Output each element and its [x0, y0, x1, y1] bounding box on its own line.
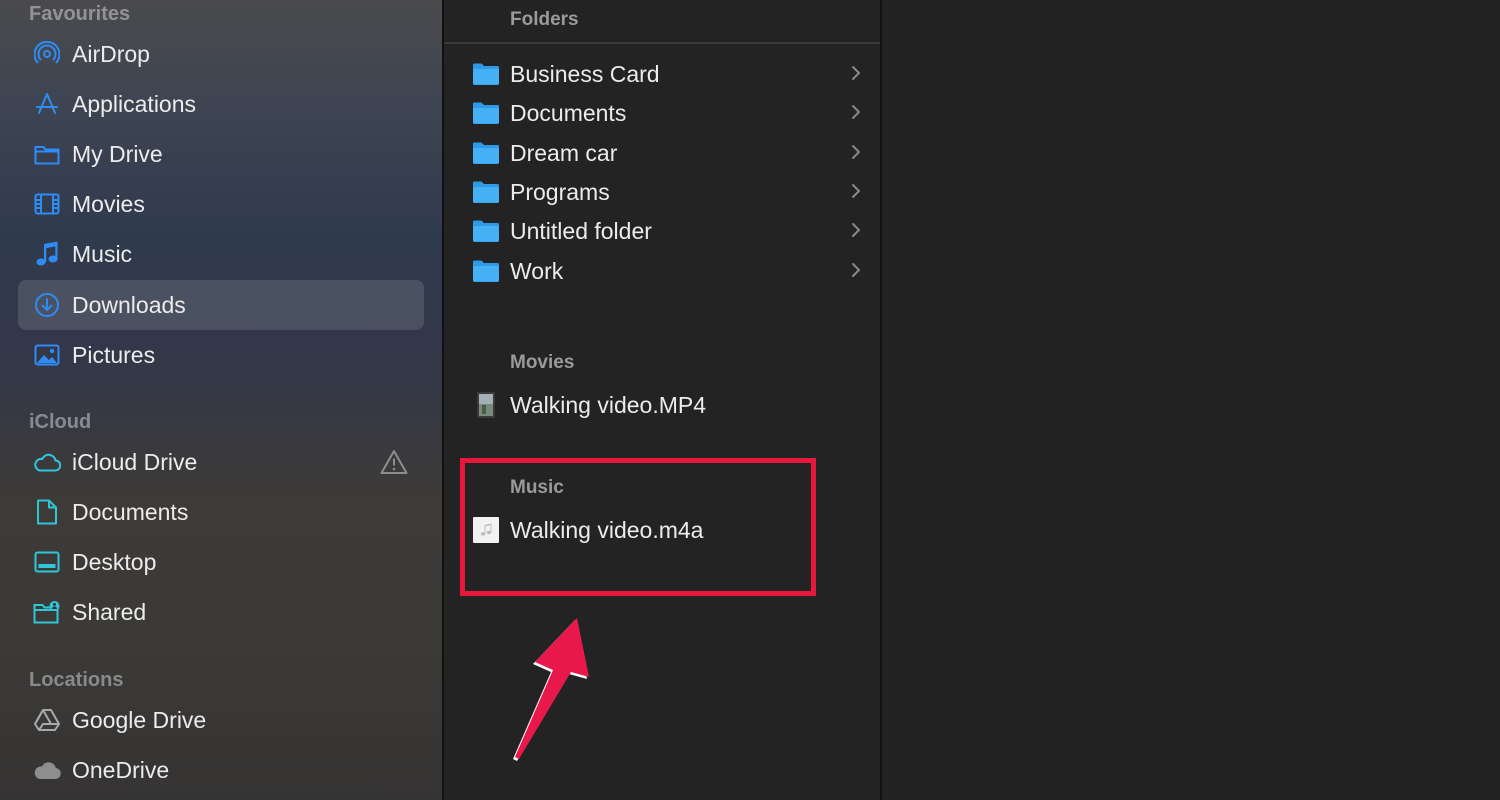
folder-row[interactable]: Untitled folder	[472, 212, 862, 250]
folder-icon	[473, 142, 499, 164]
sidebar-item-onedrive[interactable]: OneDrive	[18, 745, 424, 795]
sidebar-item-label: Pictures	[72, 341, 156, 368]
chevron-right-icon	[852, 66, 861, 80]
sidebar-item-label: Desktop	[72, 548, 157, 575]
file-name: Walking video.MP4	[510, 391, 707, 418]
chevron-right-icon	[852, 145, 861, 159]
sidebar-item-label: Downloads	[72, 291, 186, 318]
folder-icon	[473, 181, 499, 203]
photo-icon	[32, 340, 62, 370]
sidebar-item-label: AirDrop	[72, 40, 150, 67]
sidebar-item-label: iCloud Drive	[72, 448, 198, 475]
sidebar-item-music[interactable]: Music	[18, 229, 424, 279]
sidebar-item-desktop[interactable]: Desktop	[18, 537, 424, 587]
sidebar-item-label: My Drive	[72, 140, 163, 167]
download-icon	[32, 290, 62, 320]
chevron-right-icon	[852, 184, 861, 198]
folder-name: Work	[510, 257, 564, 284]
folder-icon	[32, 139, 62, 169]
sidebar-item-label: Google Drive	[72, 706, 207, 733]
sidebar-item-label: Music	[72, 240, 133, 267]
film-icon	[32, 189, 62, 219]
folder-row[interactable]: Documents	[472, 94, 862, 132]
airdrop-icon	[32, 39, 62, 69]
chevron-right-icon	[852, 223, 861, 237]
applications-icon	[32, 89, 62, 119]
sidebar-item-pictures[interactable]: Pictures	[18, 330, 424, 380]
folder-row[interactable]: Work	[472, 252, 862, 290]
sidebar-item-label: Applications	[72, 90, 197, 117]
section-title-icloud: iCloud	[29, 411, 92, 433]
sidebar-item-movies[interactable]: Movies	[18, 179, 424, 229]
group-header-movies: Movies	[510, 352, 575, 373]
chevron-right-icon	[852, 105, 861, 119]
sidebar-item-label: OneDrive	[72, 756, 170, 783]
folder-icon	[473, 260, 499, 282]
file-row[interactable]: Walking video.MP4	[472, 386, 862, 424]
folder-row[interactable]: Business Card	[472, 55, 862, 93]
cloud-icon	[32, 755, 62, 785]
folder-row[interactable]: Programs	[472, 173, 862, 211]
music-note-icon	[32, 239, 62, 269]
folder-name: Dream car	[510, 139, 618, 166]
group-header-folders: Folders	[510, 9, 579, 30]
preview-pane	[882, 0, 1500, 800]
pointer-arrow-icon	[513, 618, 589, 761]
section-title-favourites: Favourites	[29, 3, 131, 25]
sidebar-item-my-drive[interactable]: My Drive	[18, 129, 424, 179]
sidebar-item-shared[interactable]: Shared	[18, 587, 424, 637]
sidebar-item-google-drive[interactable]: Google Drive	[18, 695, 424, 745]
sidebar-item-downloads[interactable]: Downloads	[18, 280, 424, 330]
warning-icon[interactable]	[380, 449, 408, 475]
folder-icon	[473, 220, 499, 242]
document-icon	[32, 497, 62, 527]
folder-name: Untitled folder	[510, 217, 652, 244]
google-drive-icon	[32, 705, 62, 735]
cloud-icon	[32, 447, 62, 477]
sidebar-item-label: Documents	[72, 498, 189, 525]
sidebar: Favourites AirDrop Applications My Drive…	[0, 0, 442, 800]
section-title-locations: Locations	[29, 669, 124, 691]
shared-folder-icon	[32, 597, 62, 627]
header-divider	[444, 42, 880, 44]
video-thumbnail-icon	[477, 392, 495, 418]
sidebar-item-documents[interactable]: Documents	[18, 487, 424, 537]
chevron-right-icon	[852, 263, 861, 277]
folder-icon	[473, 102, 499, 124]
highlight-box	[460, 458, 816, 596]
desktop-icon	[32, 547, 62, 577]
folder-row[interactable]: Dream car	[472, 134, 862, 172]
sidebar-item-label: Movies	[72, 190, 145, 217]
folder-name: Documents	[510, 99, 627, 126]
sidebar-item-icloud-drive[interactable]: iCloud Drive	[18, 437, 424, 487]
sidebar-item-applications[interactable]: Applications	[18, 79, 424, 129]
folder-name: Business Card	[510, 60, 660, 87]
folder-icon	[473, 63, 499, 85]
folder-name: Programs	[510, 178, 610, 205]
sidebar-item-airdrop[interactable]: AirDrop	[18, 29, 424, 79]
sidebar-item-label: Shared	[72, 598, 147, 625]
